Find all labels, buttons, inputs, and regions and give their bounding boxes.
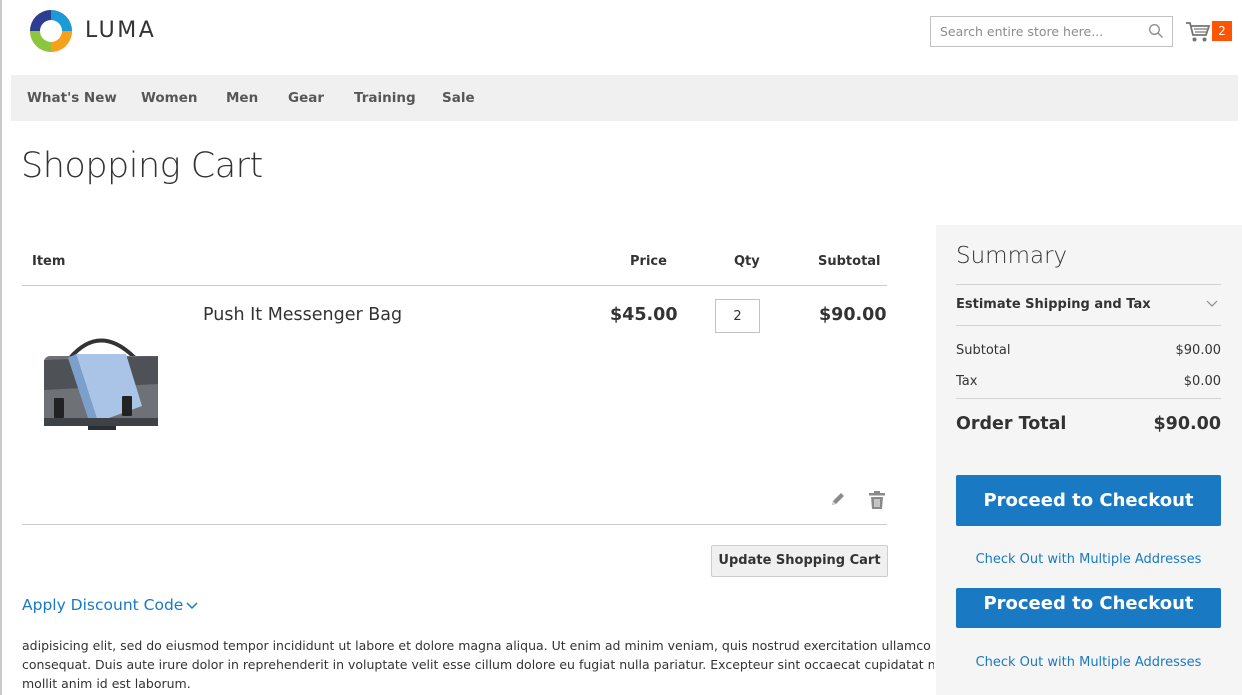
summary-subtotal-value: $90.00: [1175, 343, 1222, 358]
proceed-to-checkout-button[interactable]: Proceed to Checkout: [956, 588, 1221, 628]
search-input[interactable]: [931, 17, 1145, 46]
nav-item-gear[interactable]: Gear: [288, 90, 324, 106]
nav-item-training[interactable]: Training: [354, 90, 416, 106]
qty-input[interactable]: [715, 299, 760, 333]
summary-title: Summary: [956, 243, 1068, 269]
page-title: Shopping Cart: [21, 146, 263, 186]
nav-item-women[interactable]: Women: [141, 90, 198, 106]
nav-item-whats-new[interactable]: What's New: [27, 90, 117, 106]
nav-item-men[interactable]: Men: [226, 90, 258, 106]
column-header-price: Price: [630, 254, 667, 269]
edit-icon[interactable]: [829, 490, 847, 508]
cart-count-badge[interactable]: 2: [1212, 21, 1232, 41]
nav-item-sale[interactable]: Sale: [442, 90, 475, 106]
order-total-label: Order Total: [956, 414, 1067, 434]
luma-logo-icon[interactable]: [29, 9, 73, 53]
column-header-subtotal: Subtotal: [818, 254, 881, 269]
main-nav: What's New Women Men Gear Training Sale: [11, 75, 1238, 121]
search-icon[interactable]: [1148, 23, 1164, 39]
column-header-qty: Qty: [734, 254, 760, 269]
summary-divider: [956, 398, 1221, 399]
description-line: adipisicing elit, sed do eiusmod tempor …: [22, 638, 931, 653]
summary-divider: [956, 284, 1221, 285]
update-cart-button[interactable]: Update Shopping Cart: [711, 545, 888, 577]
summary-divider: [956, 325, 1221, 326]
description-line: consequat. Duis aute irure dolor in repr…: [22, 657, 934, 672]
page-frame-edge: [0, 0, 2, 695]
search-box: [930, 16, 1173, 47]
trash-icon[interactable]: [868, 490, 886, 510]
cart-icon[interactable]: [1185, 20, 1211, 44]
table-divider: [22, 285, 887, 286]
order-total-value: $90.00: [1153, 414, 1221, 434]
multiple-addresses-link[interactable]: Check Out with Multiple Addresses: [956, 552, 1221, 567]
estimate-shipping-toggle[interactable]: Estimate Shipping and Tax: [956, 297, 1151, 312]
chevron-down-icon[interactable]: [185, 600, 199, 612]
summary-tax-value: $0.00: [1183, 374, 1221, 389]
product-image[interactable]: [40, 318, 164, 458]
product-name-link[interactable]: Push It Messenger Bag: [203, 305, 402, 325]
summary-tax-label: Tax: [956, 374, 978, 389]
logo-text[interactable]: LUMA: [85, 18, 156, 43]
summary-subtotal-label: Subtotal: [956, 343, 1011, 358]
apply-discount-link[interactable]: Apply Discount Code: [22, 596, 183, 614]
proceed-to-checkout-button[interactable]: Proceed to Checkout: [956, 475, 1221, 526]
multiple-addresses-link[interactable]: Check Out with Multiple Addresses: [956, 655, 1221, 670]
product-price: $45.00: [610, 305, 678, 325]
chevron-down-icon[interactable]: [1205, 299, 1219, 309]
cart-actions-divider: [22, 524, 887, 525]
product-subtotal: $90.00: [819, 305, 887, 325]
description-line: mollit anim id est laborum.: [22, 676, 191, 691]
column-header-item: Item: [32, 254, 66, 269]
